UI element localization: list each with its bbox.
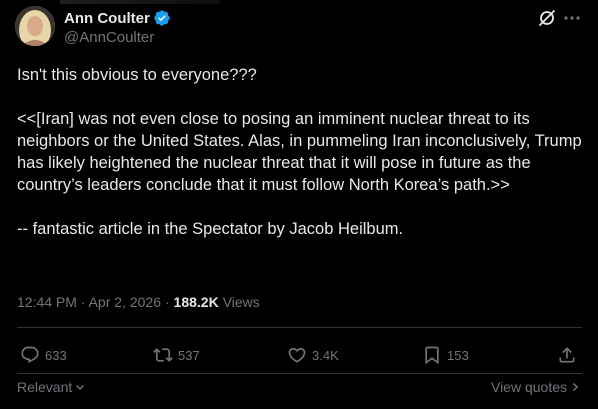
like-count: 3.4K	[312, 347, 339, 363]
share-icon	[559, 347, 575, 363]
chevron-right-icon	[570, 379, 580, 395]
author-name-row: Ann Coulter	[64, 8, 171, 28]
repost-count: 537	[178, 347, 200, 363]
verified-badge-icon[interactable]	[153, 9, 171, 27]
share-button[interactable]	[557, 345, 577, 365]
author-handle[interactable]: @AnnCoulter	[64, 29, 154, 46]
repost-button[interactable]: 537	[153, 345, 200, 365]
tweet-quote: <<[Iran] was not even close to posing an…	[17, 110, 587, 194]
like-button[interactable]: 3.4K	[287, 345, 339, 365]
tweet-blank-line	[17, 196, 582, 218]
tweet-timestamp[interactable]: 12:44 PM · Apr 2, 2026 ·	[17, 294, 170, 310]
views-label: Views	[222, 294, 260, 310]
views-count: 188.2K	[173, 294, 219, 310]
author-display-name[interactable]: Ann Coulter	[64, 10, 150, 27]
tweet-attribution: -- fantastic article in the Spectator by…	[17, 220, 404, 238]
sort-label: Relevant	[17, 379, 73, 395]
view-quotes-link[interactable]: View quotes	[491, 379, 580, 395]
tweet-meta: 12:44 PM · Apr 2, 2026 · 188.2K Views	[17, 294, 260, 310]
replies-footer: Relevant View quotes	[17, 379, 582, 399]
chevron-down-icon	[75, 379, 85, 395]
tweet-line-question: Isn't this obvious to everyone???	[17, 66, 257, 84]
reply-button[interactable]: 633	[20, 345, 67, 365]
grok-icon[interactable]	[537, 8, 557, 28]
view-quotes-label: View quotes	[490, 379, 567, 395]
repost-icon	[153, 348, 173, 362]
avatar[interactable]	[15, 6, 55, 46]
divider	[17, 327, 582, 328]
divider	[17, 373, 582, 374]
reply-count: 633	[45, 347, 67, 363]
tweet-text: Isn't this obvious to everyone??? <<[Ira…	[17, 64, 582, 240]
previous-content-edge	[60, 0, 220, 4]
like-icon	[288, 347, 306, 363]
sort-relevant-dropdown[interactable]: Relevant	[17, 379, 85, 395]
bookmark-icon	[425, 346, 439, 365]
more-icon[interactable]	[562, 8, 582, 28]
bookmark-button[interactable]: 153	[422, 345, 469, 365]
reply-icon	[21, 346, 39, 364]
action-bar: 633 537 3.4K 153	[17, 338, 582, 374]
tweet-blank-line	[17, 86, 582, 108]
bookmark-count: 153	[447, 347, 469, 363]
